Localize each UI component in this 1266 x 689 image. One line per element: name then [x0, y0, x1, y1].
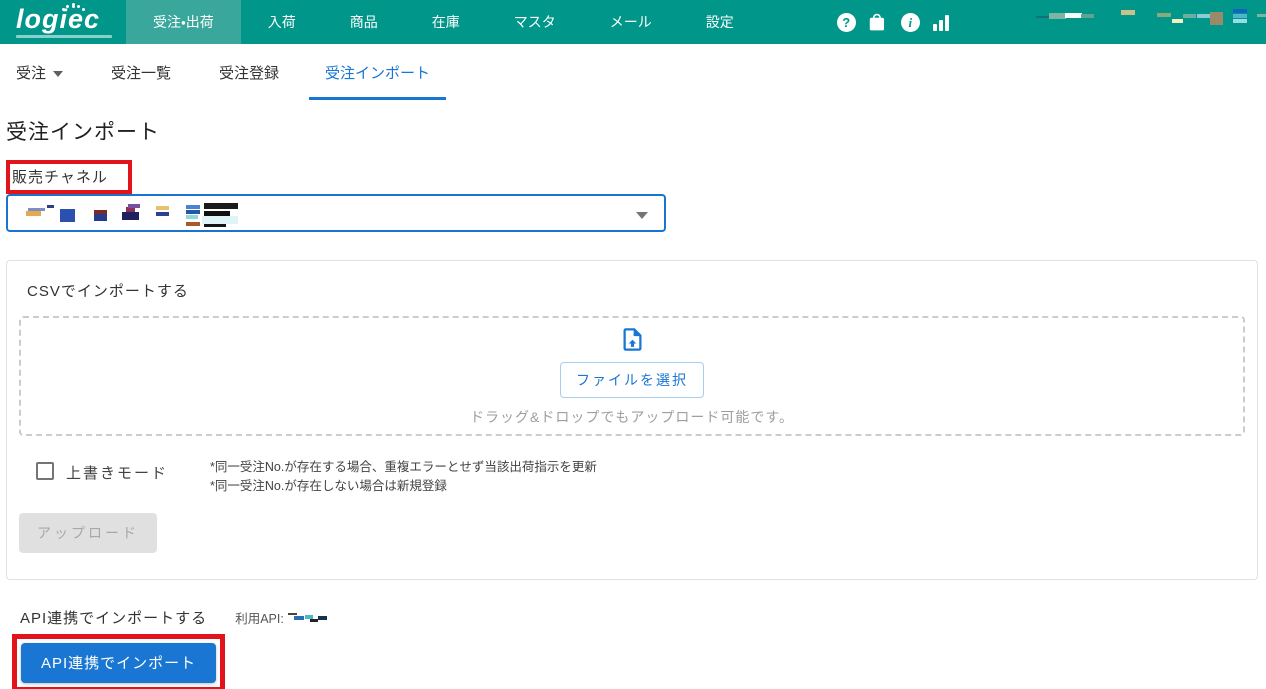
nav-item-0[interactable]: 受注・出荷	[126, 0, 241, 44]
sub-tabbar: 受注 受注一覧 受注登録 受注インポート	[0, 44, 1266, 100]
redaction-block	[186, 205, 200, 209]
tab-label: 受注一覧	[111, 62, 171, 83]
page-title: 受注インポート	[6, 116, 1258, 146]
redaction-block	[1233, 9, 1247, 13]
logo-tagline	[16, 35, 112, 38]
redaction-block	[1210, 12, 1223, 25]
tab-0[interactable]: 受注	[14, 62, 65, 100]
tab-label: 受注登録	[219, 62, 279, 83]
nav-item-6[interactable]: 設定	[679, 0, 761, 44]
redaction-block	[1172, 19, 1183, 23]
channel-label: 販売チャネル	[12, 169, 108, 186]
redaction-block	[318, 616, 327, 620]
nav-item-4[interactable]: マスタ	[487, 0, 583, 44]
redaction-block	[128, 204, 140, 208]
redacted-account-area	[1021, 0, 1266, 44]
overwrite-mode-row: 上書きモード *同一受注No.が存在する場合、重複エラーとせず当該出荷指示を更新…	[36, 458, 1245, 497]
api-button-annotation: API連携でインポート	[12, 634, 225, 689]
redaction-block	[1257, 14, 1266, 17]
overwrite-checkbox[interactable]	[36, 462, 54, 480]
overwrite-note-1: *同一受注No.が存在する場合、重複エラーとせず当該出荷指示を更新	[210, 458, 597, 477]
redaction-block	[1081, 14, 1094, 18]
main-content: 受注インポート 販売チャネル CSVでインポートする ファイルを選択 ドラッグ&…	[0, 116, 1266, 689]
tab-1[interactable]: 受注一覧	[109, 62, 173, 100]
api-in-use-label: 利用API:	[235, 608, 284, 627]
logo[interactable]: logiec	[0, 0, 126, 44]
redaction-block	[1121, 10, 1135, 15]
logo-text: logiec	[16, 6, 112, 33]
tab-label: 受注	[16, 62, 46, 83]
redaction-block	[1233, 14, 1247, 18]
redaction-block	[94, 214, 107, 221]
redaction-block	[1233, 19, 1247, 23]
api-section-header: API連携でインポートする 利用API:	[20, 607, 1258, 628]
redaction-block	[204, 203, 238, 209]
redaction-block	[288, 613, 297, 615]
api-section-title: API連携でインポートする	[20, 607, 207, 628]
redaction-block	[310, 619, 318, 622]
redaction-block	[1065, 13, 1082, 18]
top-navbar: logiec 受注・出荷入荷商品在庫マスタメール設定 ? i	[0, 0, 1266, 44]
redaction-block	[1197, 14, 1210, 18]
chevron-down-icon	[53, 71, 63, 77]
tab-2[interactable]: 受注登録	[217, 62, 281, 100]
file-dropzone[interactable]: ファイルを選択 ドラッグ&ドロップでもアップロード可能です。	[19, 316, 1245, 436]
sales-channel-select[interactable]	[6, 194, 666, 232]
redaction-block	[47, 205, 54, 208]
nav-item-5[interactable]: メール	[583, 0, 679, 44]
redacted-selected-value	[16, 198, 336, 230]
nav-item-3[interactable]: 在庫	[405, 0, 487, 44]
redaction-block	[156, 206, 169, 210]
help-icon[interactable]: ?	[837, 13, 856, 32]
tab-label: 受注インポート	[325, 62, 430, 83]
overwrite-note-2: *同一受注No.が存在しない場合は新規登録	[210, 477, 597, 496]
nav-item-1[interactable]: 入荷	[241, 0, 323, 44]
redaction-block	[202, 216, 238, 224]
tab-3[interactable]: 受注インポート	[309, 62, 446, 100]
upload-file-icon	[619, 326, 646, 353]
upload-button[interactable]: アップロード	[19, 513, 157, 553]
redaction-block	[1157, 13, 1171, 17]
info-icon[interactable]: i	[901, 13, 920, 32]
bag-icon[interactable]	[869, 13, 888, 32]
redacted-api-name	[288, 610, 340, 624]
stats-icon[interactable]	[933, 14, 949, 31]
redaction-block	[156, 212, 169, 216]
nav-icon-group: ? i	[837, 0, 949, 44]
redaction-block	[26, 211, 41, 216]
redaction-block	[186, 210, 200, 214]
chevron-down-icon	[636, 212, 648, 219]
logo-sparkle-icon	[72, 5, 75, 8]
redaction-block	[204, 224, 226, 227]
csv-section-title: CSVでインポートする	[27, 280, 1245, 301]
overwrite-label: 上書きモード	[66, 462, 168, 483]
main-nav: 受注・出荷入荷商品在庫マスタメール設定	[126, 0, 761, 44]
redaction-block	[1049, 13, 1066, 19]
redaction-block	[186, 222, 200, 226]
nav-item-2[interactable]: 商品	[323, 0, 405, 44]
csv-import-panel: CSVでインポートする ファイルを選択 ドラッグ&ドロップでもアップロード可能で…	[6, 260, 1258, 580]
redaction-block	[122, 212, 139, 220]
page-root: logiec 受注・出荷入荷商品在庫マスタメール設定 ? i 受注 受注一覧 受注登…	[0, 0, 1266, 689]
file-select-button[interactable]: ファイルを選択	[560, 362, 704, 398]
overwrite-notes: *同一受注No.が存在する場合、重複エラーとせず当該出荷指示を更新 *同一受注N…	[210, 458, 597, 497]
redaction-block	[294, 616, 304, 620]
api-import-button[interactable]: API連携でインポート	[21, 643, 216, 683]
channel-label-annotation: 販売チャネル	[6, 160, 132, 194]
redaction-block	[1183, 14, 1196, 18]
redaction-block	[60, 209, 75, 222]
drag-drop-hint: ドラッグ&ドロップでもアップロード可能です。	[470, 407, 794, 427]
redaction-block	[186, 215, 198, 219]
